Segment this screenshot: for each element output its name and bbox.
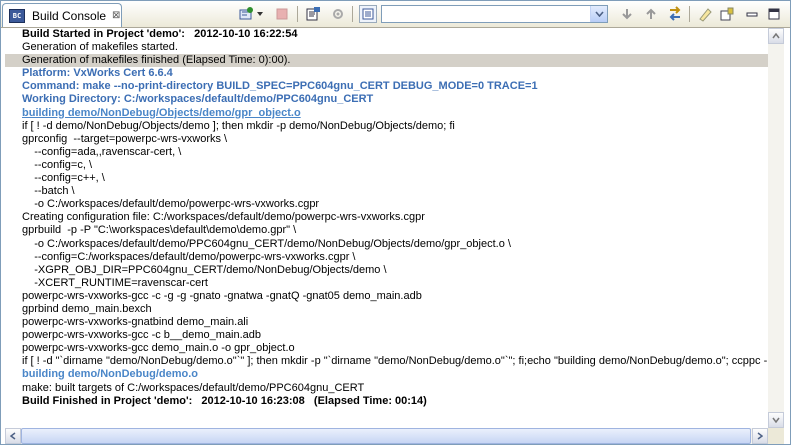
- console-line: powerpc-wrs-vxworks-gcc -c -g -g -gnato …: [22, 289, 422, 302]
- console-line: Build Finished in Project 'demo': 2012-1…: [22, 394, 427, 407]
- console-line: powerpc-wrs-vxworks-gnatbind demo_main.a…: [22, 316, 249, 329]
- new-console-icon[interactable]: [237, 5, 255, 23]
- console-line: if [ ! -d demo/NonDebug/Objects/demo ]; …: [22, 119, 455, 132]
- console-line: --batch \: [22, 185, 75, 198]
- up-icon[interactable]: [642, 5, 660, 23]
- console-line: powerpc-wrs-vxworks-gcc demo_main.o -o g…: [22, 342, 295, 355]
- scroll-right-icon[interactable]: [752, 428, 768, 444]
- console-selector[interactable]: [381, 5, 608, 23]
- console-line: Generation of makefiles finished (Elapse…: [5, 54, 768, 68]
- settings-icon[interactable]: [329, 5, 347, 23]
- view-toolbar: BC Build Console ⊠: [1, 1, 790, 28]
- scroll-up-icon[interactable]: [768, 28, 784, 44]
- console-line: gprconfig --target=powerpc-wrs-vxworks \: [22, 132, 228, 145]
- console-line: --config=c, \: [22, 158, 92, 171]
- vertical-scrollbar[interactable]: [768, 28, 784, 428]
- copy-build-log-icon[interactable]: [304, 5, 322, 23]
- console-line: powerpc-wrs-vxworks-gcc -c b__demo_main.…: [22, 329, 262, 342]
- build-console-window: BC Build Console ⊠ Build Started in Proj…: [0, 0, 791, 445]
- close-icon[interactable]: ⊠: [112, 10, 120, 21]
- scroll-down-icon[interactable]: [768, 412, 784, 428]
- console-line: Generation of makefiles started.: [22, 41, 178, 54]
- console-line: Command: make --no-print-directory BUILD…: [22, 80, 538, 93]
- clear-console-icon[interactable]: [696, 5, 714, 23]
- horizontal-scrollbar[interactable]: [5, 428, 768, 444]
- console-line: Working Directory: C:/workspaces/default…: [22, 93, 374, 106]
- console-line: --config=ada,,ravenscar-cert, \: [22, 145, 182, 158]
- scroll-lock-icon[interactable]: [718, 5, 736, 23]
- console-line: -XGPR_OBJ_DIR=PPC604gnu_CERT/demo/NonDeb…: [22, 263, 387, 276]
- toolbar-separator: [689, 6, 690, 22]
- console-line: gprbuild -p -P "C:\workspaces\default\de…: [22, 224, 297, 237]
- display-console-icon[interactable]: [359, 5, 377, 23]
- console-line: make: built targets of C:/workspaces/def…: [22, 381, 365, 394]
- swap-icon[interactable]: [666, 5, 684, 23]
- console-line: Build Started in Project 'demo': 2012-10…: [22, 28, 298, 40]
- console-line: -o C:/workspaces/default/demo/powerpc-wr…: [22, 198, 320, 211]
- console-line: --config=c++, \: [22, 172, 105, 185]
- console-line: if [ ! -d "`dirname "demo/NonDebug/demo.…: [22, 355, 768, 368]
- toolbar-separator: [352, 6, 353, 22]
- scroll-left-icon[interactable]: [5, 428, 21, 444]
- minimize-icon[interactable]: [743, 5, 761, 23]
- chevron-down-icon[interactable]: [255, 5, 265, 23]
- console-line: --config=C:/workspaces/default/demo/powe…: [22, 250, 356, 263]
- console-output[interactable]: Build Started in Project 'demo': 2012-10…: [5, 28, 768, 437]
- tab-title: Build Console: [32, 8, 107, 23]
- stop-icon[interactable]: [273, 5, 291, 23]
- console-line: gprbind demo_main.bexch: [22, 302, 152, 315]
- console-line: Creating configuration file: C:/workspac…: [22, 211, 425, 224]
- maximize-icon[interactable]: [765, 5, 783, 23]
- down-icon[interactable]: [618, 5, 636, 23]
- console-line: -o C:/workspaces/default/demo/PPC604gnu_…: [22, 237, 511, 250]
- chevron-down-icon[interactable]: [590, 6, 607, 22]
- console-line[interactable]: building demo/NonDebug/Objects/demo/gpr_…: [5, 107, 768, 120]
- horizontal-scroll-thumb[interactable]: [21, 428, 751, 444]
- tab-build-console[interactable]: BC Build Console ⊠: [2, 3, 122, 27]
- toolbar-separator: [297, 6, 298, 22]
- console-line: building demo/NonDebug/demo.o: [22, 368, 198, 381]
- console-line: -XCERT_RUNTIME=ravenscar-cert: [22, 276, 208, 289]
- scrollbar-corner: [768, 428, 784, 444]
- console-line: Platform: VxWorks Cert 6.6.4: [22, 67, 173, 80]
- build-console-icon: BC: [9, 8, 25, 23]
